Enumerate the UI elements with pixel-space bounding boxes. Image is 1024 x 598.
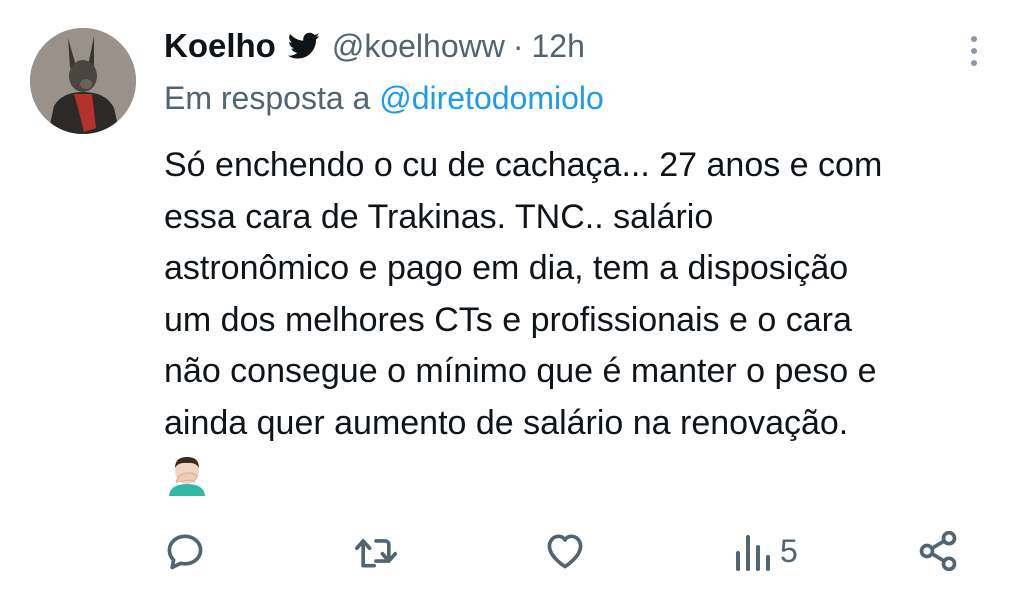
timestamp[interactable]: 12h (531, 28, 584, 65)
tweet-text-line: ainda quer aumento de salário na renovaç… (164, 403, 849, 442)
rabbit-avatar-image (30, 28, 136, 134)
tweet-text-line: não consegue o mínimo que é manter o pes… (164, 352, 877, 390)
share-icon (919, 530, 957, 572)
tweet-header: Koelho @koelhoww · 12h (164, 24, 585, 68)
share-button[interactable] (916, 526, 960, 576)
reply-prefix: Em resposta a (164, 80, 371, 116)
tweet-text-line: um dos melhores CTs e profissionais e o … (164, 300, 852, 339)
author-name[interactable]: Koelho (164, 27, 276, 65)
tweet-text: Só enchendo o cu de cachaça... 27 anos e… (164, 140, 1004, 449)
reply-icon (167, 534, 203, 570)
man-facepalming-emoji (169, 457, 205, 496)
reply-mention-link[interactable]: @diretodomiolo (379, 80, 604, 116)
avatar[interactable] (30, 28, 136, 134)
tweet-text-line: Só enchendo o cu de cachaça... 27 anos e… (164, 146, 883, 184)
more-vertical-icon[interactable] (968, 34, 980, 68)
tweet-text-line: essa cara de Trakinas. TNC.. salário (164, 197, 714, 236)
like-button[interactable] (542, 526, 588, 576)
reply-button[interactable] (163, 526, 207, 576)
separator-dot: · (512, 27, 524, 64)
tweet[interactable]: Koelho @koelhoww · 12h Em resposta a @di… (0, 0, 1024, 598)
reply-context: Em resposta a @diretodomiolo (164, 80, 604, 117)
views-icon (736, 535, 770, 571)
heart-icon (547, 534, 583, 569)
retweet-button[interactable] (352, 526, 400, 576)
author-handle[interactable]: @koelhoww (332, 28, 505, 65)
retweet-icon (354, 539, 398, 568)
views-count: 5 (780, 532, 798, 569)
views-button[interactable]: 5 (732, 526, 798, 576)
twitter-bird-icon (287, 32, 320, 59)
tweet-text-line: astronômico e pago em dia, tem a disposi… (164, 249, 849, 287)
action-bar: 5 (0, 526, 1024, 576)
